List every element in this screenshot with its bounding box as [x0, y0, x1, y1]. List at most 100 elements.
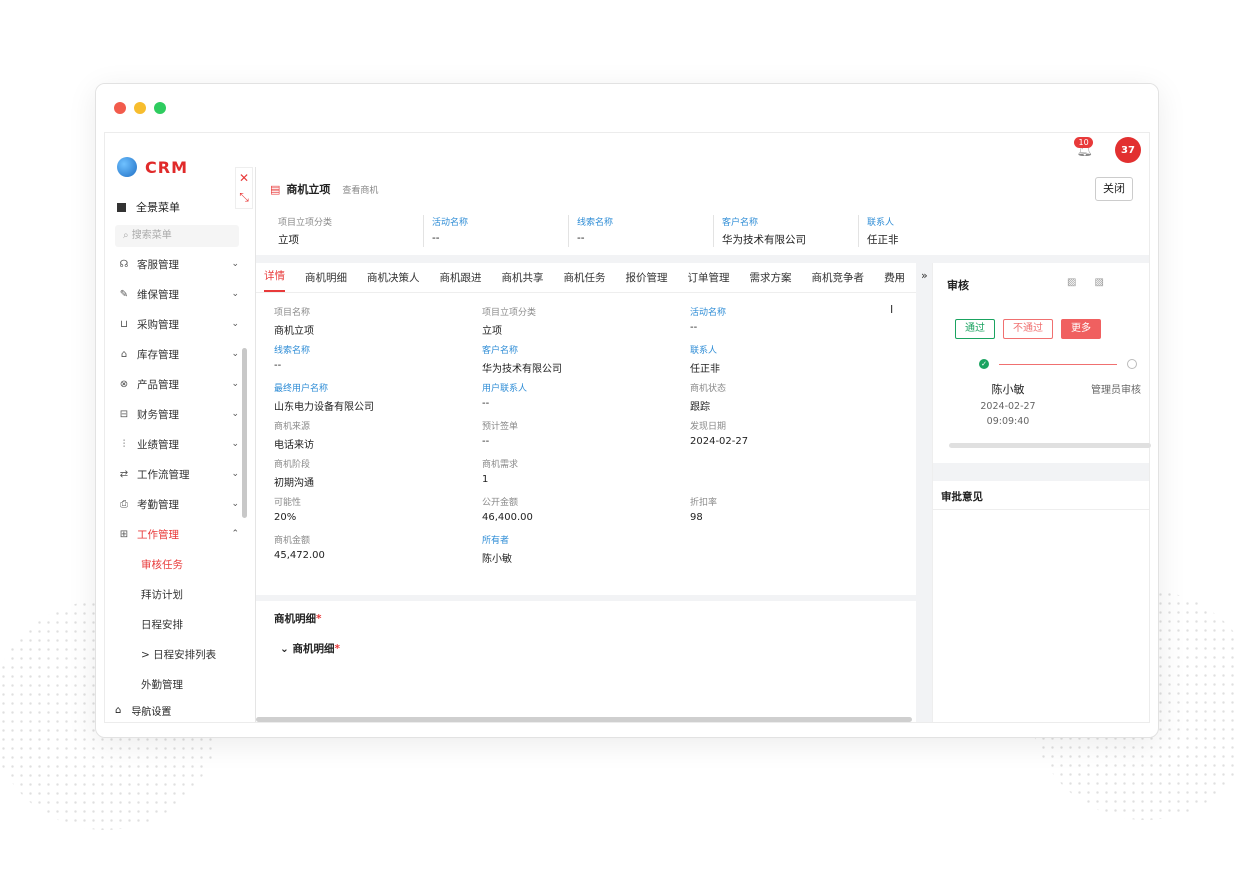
expand-icon[interactable]: » — [921, 269, 928, 282]
sidebar-subitem[interactable]: 审核任务 — [105, 549, 245, 579]
menu-icon — [117, 202, 126, 212]
detail-main: 详情 商机明细 商机决策人 商机跟进 商机共享 商机任务 报价管理 订单管理 需求方案 商机竞争者… — [256, 263, 916, 595]
reject-button[interactable]: 不通过 — [1003, 319, 1053, 339]
more-button[interactable]: 更多 — [1061, 319, 1101, 339]
search-placeholder: 搜索菜单 — [131, 230, 172, 241]
tab[interactable]: 商机决策人 — [367, 270, 420, 292]
field: 商机需求 1 — [482, 457, 690, 495]
drawer-title: ▤ 商机立项 查看商机 — [270, 181, 378, 197]
tab[interactable]: 商机竞争者 — [812, 270, 865, 292]
tab[interactable]: 需求方案 — [750, 270, 792, 292]
tab[interactable]: 商机明细 — [305, 270, 347, 292]
check-icon: ✓ — [979, 359, 989, 369]
more-tabs-icon[interactable]: ··· — [892, 271, 903, 284]
tab[interactable]: 订单管理 — [688, 270, 730, 292]
field-label[interactable]: 活动名称 — [690, 305, 898, 318]
sidebar: CRM 全景菜单 ⌕ 搜索菜单 ☊ 客服管理 ⌄ ✎ 维保管理 ⌄ ⊔ 采购管理 ⌄ ⌂ 库存管理 ⌄… — [105, 133, 255, 722]
menu-all[interactable]: 全景菜单 — [117, 199, 180, 215]
sidebar-subitem[interactable]: 日程安排 — [105, 609, 245, 639]
sidebar-subitem[interactable]: > 日程安排列表 — [105, 639, 245, 669]
field-label: 项目名称 — [274, 308, 311, 318]
bell-icon[interactable]: 🔔︎ 10 — [1074, 136, 1093, 158]
summary-label[interactable]: 客户名称 — [722, 215, 858, 228]
field-label[interactable]: 客户名称 — [482, 343, 690, 356]
close-icon[interactable]: ✕ — [239, 171, 249, 185]
chevron-down-icon: ⌄ — [231, 499, 239, 509]
search-input[interactable]: ⌕ 搜索菜单 — [115, 225, 239, 247]
chevron-down-icon: ⌄ — [231, 349, 239, 359]
document-icon: ▤ — [270, 182, 281, 196]
field — [690, 457, 898, 495]
field-label[interactable]: 联系人 — [690, 343, 898, 356]
sidebar-item[interactable]: ✎ 维保管理 ⌄ — [105, 279, 245, 309]
drawer-header: ▤ 商机立项 查看商机 关闭 项目立项分类 立项 活动名称 -- 线索名称 -- 客户名称华… — [256, 167, 1149, 255]
field-label[interactable]: 最终用户名称 — [274, 381, 482, 394]
sidebar-item[interactable]: ⫶ 业绩管理 ⌄ — [105, 429, 245, 459]
close-window-dot[interactable] — [114, 102, 126, 114]
field: 线索名称 -- — [274, 343, 482, 381]
field — [690, 533, 898, 571]
approval-step-2: 管理员审核 — [1091, 385, 1141, 396]
field-label[interactable]: 线索名称 — [274, 343, 482, 356]
maximize-window-dot[interactable] — [154, 102, 166, 114]
field-value: -- — [482, 436, 490, 447]
section-title-text: 商机明细 — [274, 613, 316, 625]
field: 公开金额 46,400.00 — [482, 495, 690, 533]
sidebar-item[interactable]: ⊗ 产品管理 ⌄ — [105, 369, 245, 399]
logo[interactable]: CRM — [117, 157, 188, 177]
field-label: 商机阶段 — [274, 460, 311, 470]
drawer-controls: ✕ ⤡ — [235, 167, 253, 209]
headset-icon: ☊ — [119, 258, 129, 270]
field-label[interactable]: 用户联系人 — [482, 381, 690, 394]
detail-drawer: ▤ 商机立项 查看商机 关闭 项目立项分类 立项 活动名称 -- 线索名称 -- 客户名称华… — [255, 167, 1151, 722]
sidebar-item-label: 维保管理 — [137, 288, 179, 301]
wrench-icon: ✎ — [119, 288, 129, 300]
tab[interactable]: 商机跟进 — [440, 270, 482, 292]
summary-value: -- — [432, 232, 440, 244]
sidebar-item[interactable]: ⇄ 工作流管理 ⌄ — [105, 459, 245, 489]
field: 折扣率 98 — [690, 495, 898, 533]
summary-item: 线索名称 -- — [568, 215, 713, 247]
field-label: 发现日期 — [690, 422, 727, 432]
sidebar-item[interactable]: ⎙ 考勤管理 ⌄ — [105, 489, 245, 519]
summary-value: 华为技术有限公司 — [722, 234, 806, 246]
field-value: 商机立项 — [274, 326, 314, 337]
tab[interactable]: 商机任务 — [564, 270, 606, 292]
sidebar-subitem[interactable]: 外勤管理 — [105, 669, 245, 699]
pass-button[interactable]: 通过 — [955, 319, 995, 339]
summary-label[interactable]: 活动名称 — [432, 215, 568, 228]
field-value: 46,400.00 — [482, 512, 533, 523]
field-value: 华为技术有限公司 — [482, 364, 562, 375]
view-doc-icon[interactable]: ▧ — [1094, 277, 1103, 288]
header-right: 🔔︎ 10 37 — [1074, 136, 1141, 163]
collapsible-section[interactable]: ⌄ 商机明细* — [280, 641, 340, 656]
shrink-icon[interactable]: ⤡ — [239, 190, 249, 205]
avatar[interactable]: 37 — [1115, 137, 1141, 163]
sidebar-item[interactable]: ⌂ 库存管理 ⌄ — [105, 339, 245, 369]
field-label: 商机需求 — [482, 460, 519, 470]
tab[interactable]: 商机共享 — [502, 270, 544, 292]
wallet-icon: ⊟ — [119, 408, 129, 420]
tab[interactable]: 详情 — [264, 268, 285, 292]
summary-label[interactable]: 线索名称 — [577, 215, 713, 228]
sidebar-item[interactable]: ⊔ 采购管理 ⌄ — [105, 309, 245, 339]
summary-value: -- — [577, 232, 585, 244]
summary-label[interactable]: 联系人 — [867, 215, 1003, 228]
warehouse-icon: ⌂ — [120, 348, 128, 360]
minimize-window-dot[interactable] — [134, 102, 146, 114]
sidebar-item[interactable]: ⊟ 财务管理 ⌄ — [105, 399, 245, 429]
edit-doc-icon[interactable]: ▨ — [1067, 277, 1076, 288]
sidebar-item[interactable]: ☊ 客服管理 ⌄ — [105, 249, 245, 279]
summary-bar: 项目立项分类 立项 活动名称 -- 线索名称 -- 客户名称 华为技术有限公司 联系人 任正非 — [278, 215, 1003, 247]
sidebar-subitem[interactable]: 拜访计划 — [105, 579, 245, 609]
sidebar-item[interactable]: ⊞ 工作管理 ⌃ — [105, 519, 245, 549]
tab[interactable]: 报价管理 — [626, 270, 668, 292]
nav-settings[interactable]: ⌂ 导航设置 — [115, 703, 171, 718]
summary-value: 立项 — [278, 234, 299, 246]
sidebar-scrollbar[interactable] — [242, 348, 247, 518]
horizontal-scrollbar[interactable] — [256, 717, 912, 722]
field-label[interactable]: 所有者 — [482, 533, 690, 546]
close-button[interactable]: 关闭 — [1095, 177, 1133, 201]
review-scrollbar[interactable] — [949, 443, 1151, 448]
field-value: 98 — [690, 512, 703, 523]
